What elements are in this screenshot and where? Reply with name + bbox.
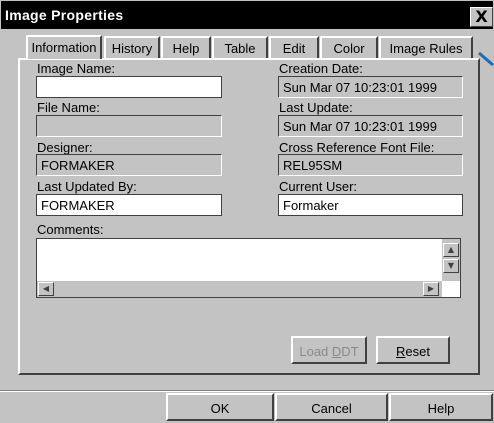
tab-edit-label: Edit — [282, 41, 306, 56]
tab-history[interactable]: History — [104, 36, 160, 58]
last-updated-by-input[interactable]: FORMAKER — [36, 194, 222, 216]
scroll-right-icon[interactable]: ▶ — [423, 282, 439, 296]
load-ddt-label-post: DT — [341, 344, 359, 359]
close-button[interactable]: X — [470, 7, 493, 27]
tab-information[interactable]: Information — [26, 35, 102, 59]
file-name-label: File Name: — [37, 100, 100, 115]
current-user-input[interactable]: Formaker — [278, 194, 463, 216]
designer-field: FORMAKER — [36, 154, 222, 176]
reset-button[interactable]: Reset — [376, 336, 450, 364]
cross-ref-font-file-label: Cross Reference Font File: — [279, 140, 435, 155]
image-name-label: Image Name: — [37, 61, 116, 76]
designer-label: Designer: — [37, 140, 93, 155]
tab-information-label: Information — [31, 40, 97, 55]
tab-table-label: Table — [224, 41, 256, 56]
file-name-field — [36, 115, 222, 137]
scroll-down-icon[interactable]: ▼ — [443, 259, 459, 273]
cancel-button[interactable]: Cancel — [275, 393, 388, 421]
reset-label-post: eset — [405, 344, 430, 359]
last-update-field: Sun Mar 07 10:23:01 1999 — [278, 115, 463, 137]
last-updated-by-label: Last Updated By: — [37, 179, 137, 194]
corner-accent-icon — [478, 52, 494, 66]
tab-color-label: Color — [333, 41, 365, 56]
creation-date-label: Creation Date: — [279, 61, 363, 76]
reset-mnemonic: R — [396, 344, 406, 359]
tab-table[interactable]: Table — [212, 36, 268, 58]
tab-edit[interactable]: Edit — [269, 36, 319, 58]
scroll-up-icon[interactable]: ▲ — [443, 243, 459, 257]
load-ddt-button[interactable]: Load DDT — [291, 336, 367, 364]
image-name-input[interactable] — [36, 76, 222, 98]
cross-ref-font-file-field: REL95SM — [278, 154, 463, 176]
comments-label: Comments: — [37, 222, 104, 237]
help-label: Help — [427, 401, 455, 416]
comments-textarea[interactable]: ▲ ▼ ◀ ▶ — [36, 238, 461, 298]
current-user-label: Current User: — [279, 179, 358, 194]
tab-color[interactable]: Color — [320, 36, 378, 58]
image-properties-dialog: Image Properties X Information History H… — [0, 0, 494, 423]
ok-label: OK — [210, 401, 230, 416]
scroll-left-icon[interactable]: ◀ — [38, 282, 54, 296]
comments-horizontal-scrollbar[interactable]: ◀ ▶ — [37, 281, 442, 297]
tab-image-rules[interactable]: Image Rules — [379, 36, 473, 58]
load-ddt-mnemonic: D — [331, 344, 342, 359]
window-title: Image Properties — [5, 7, 124, 23]
tab-help[interactable]: Help — [161, 36, 211, 58]
tab-help-label: Help — [172, 41, 200, 56]
tab-image-rules-label: Image Rules — [389, 41, 463, 56]
bottom-separator — [0, 390, 494, 392]
last-update-label: Last Update: — [279, 100, 353, 115]
help-button[interactable]: Help — [389, 393, 493, 421]
comments-vertical-scrollbar[interactable]: ▲ ▼ — [442, 239, 460, 281]
title-bar[interactable]: Image Properties X — [1, 1, 493, 29]
load-ddt-label-pre: Load — [299, 344, 332, 359]
tab-history-label: History — [111, 41, 153, 56]
ok-button[interactable]: OK — [166, 393, 274, 421]
cancel-label: Cancel — [311, 401, 352, 416]
creation-date-field: Sun Mar 07 10:23:01 1999 — [278, 76, 463, 98]
